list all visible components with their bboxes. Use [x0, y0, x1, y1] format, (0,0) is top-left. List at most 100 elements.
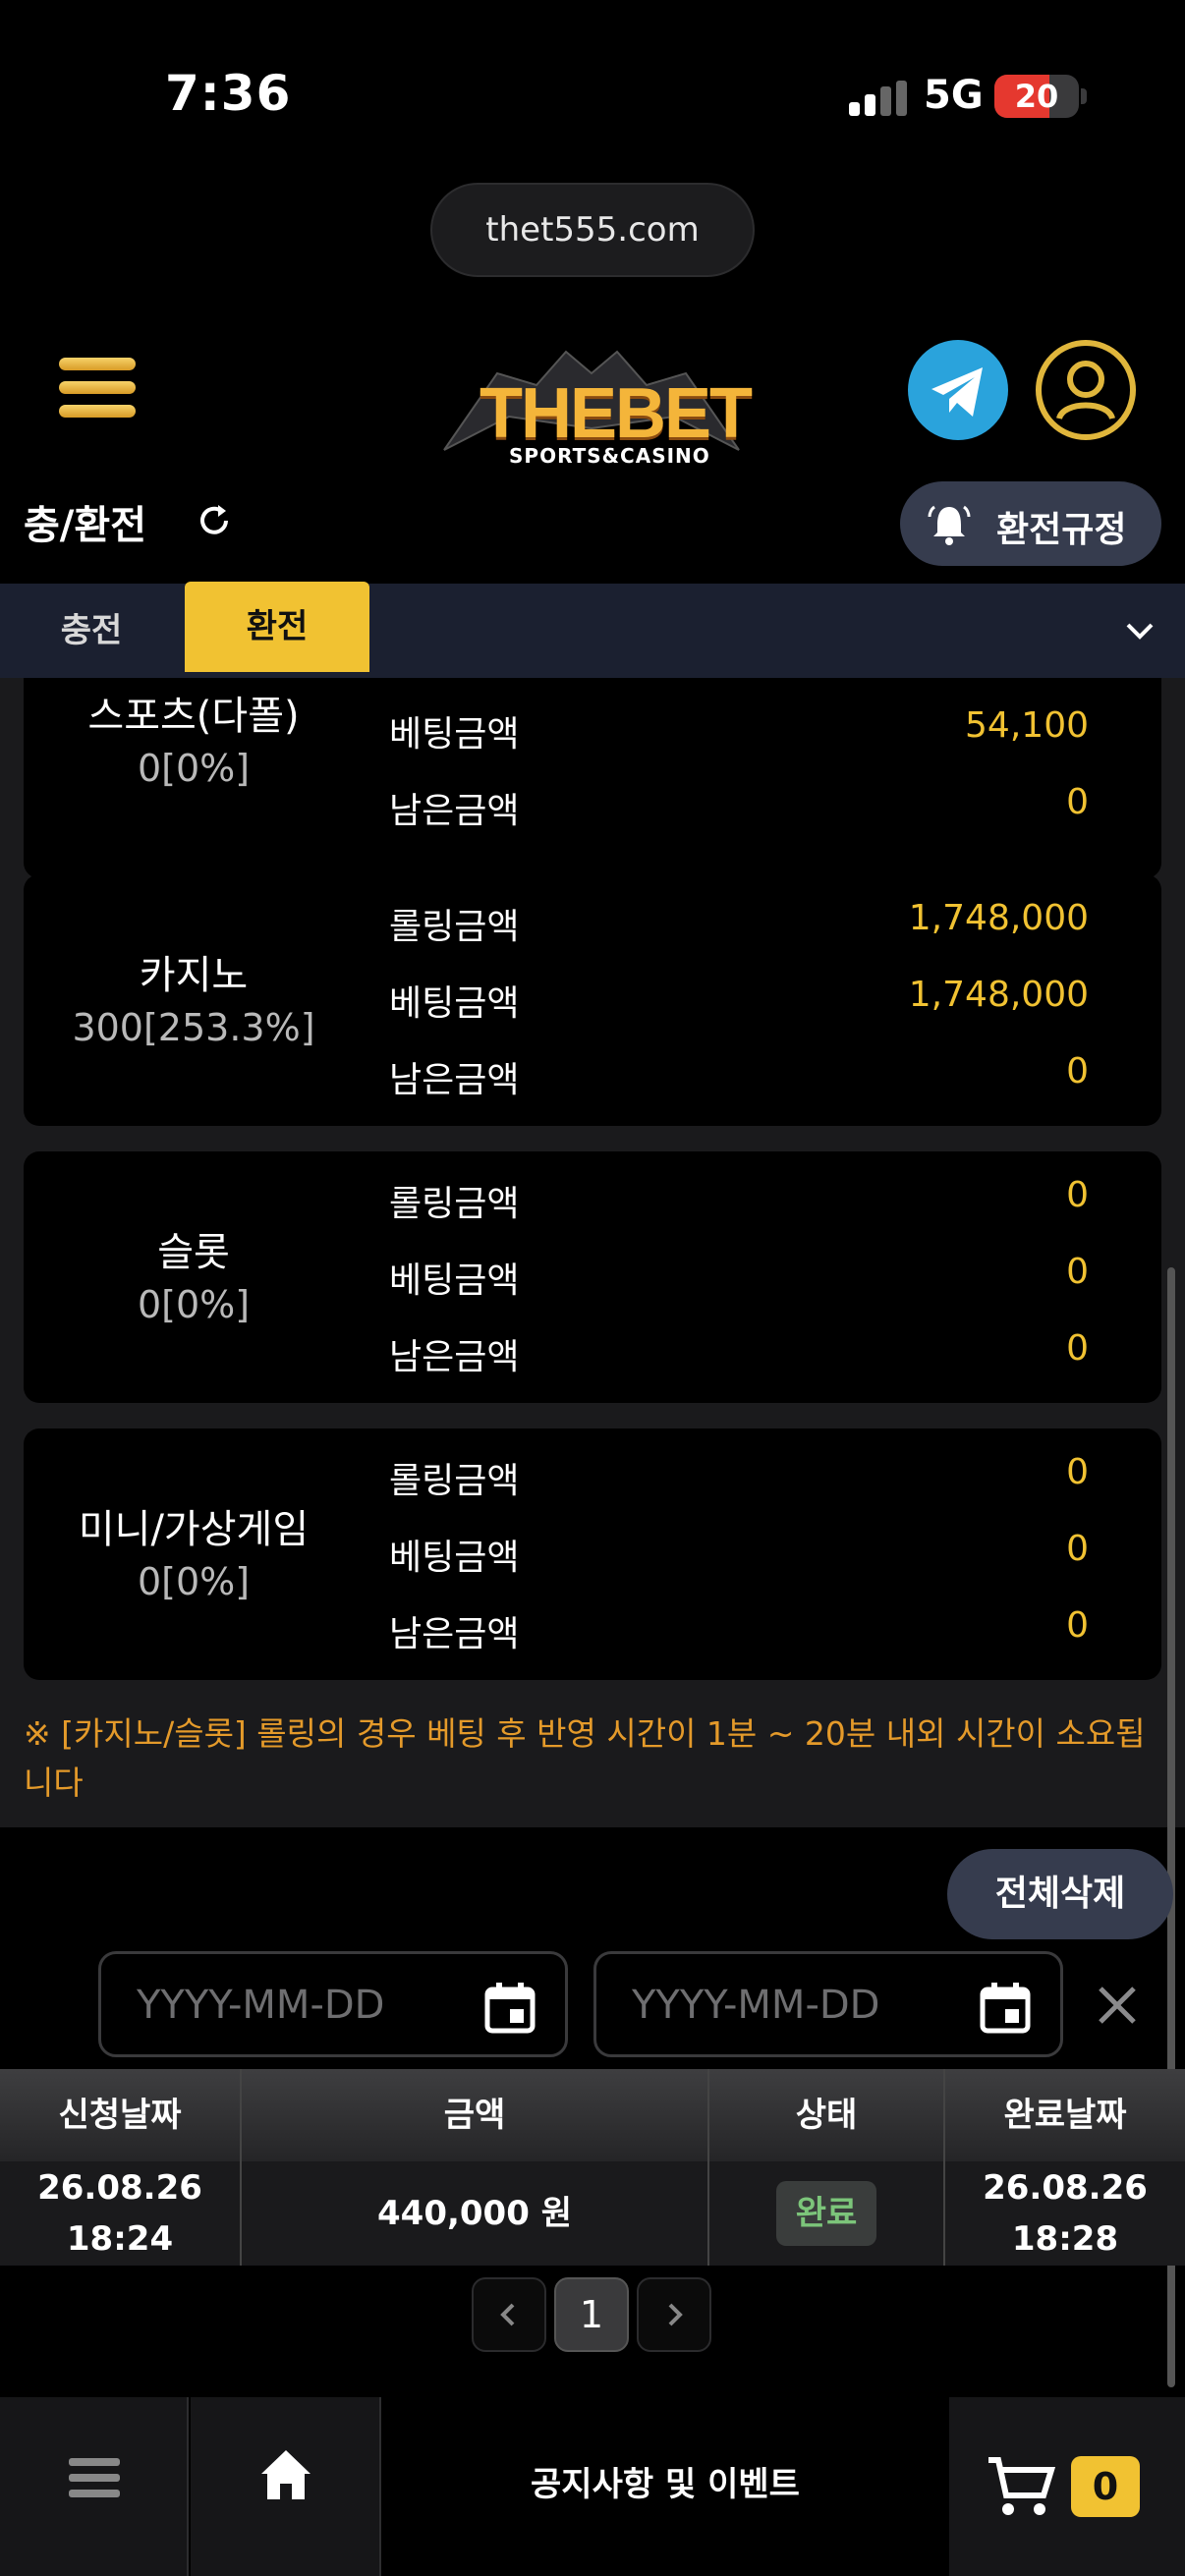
remaining-label: 남은금액 [389, 791, 520, 831]
category-name: 미니/가상게임 [78, 1507, 310, 1552]
notice-events-link[interactable]: 공지사항 및 이벤트 [381, 2397, 949, 2576]
category-name: 스포츠(다폴) [87, 694, 300, 739]
rolling-label: 롤링금액 [389, 907, 520, 947]
page-title: 충/환전 [24, 503, 147, 548]
rolling-notice: ※ [카지노/슬롯] 롤링의 경우 베팅 후 반영 시간이 1분 ~ 20분 내… [24, 1714, 1146, 1802]
category-name: 슬롯 [157, 1230, 230, 1275]
bell-icon [928, 505, 971, 545]
card-category: 미니/가상게임 0[0%] [24, 1497, 364, 1603]
next-page-button[interactable] [637, 2277, 711, 2352]
battery-level: 20 [1014, 78, 1059, 115]
bottom-nav: 공지사항 및 이벤트 0 [0, 2397, 1185, 2576]
amount-cell: 440,000 원 [377, 2194, 572, 2233]
category-name: 카지노 [139, 953, 249, 998]
card-category: 슬롯 0[0%] [24, 1220, 364, 1326]
category-percent: 0[0%] [137, 1560, 251, 1603]
tab-withdraw[interactable]: 환전 [185, 582, 369, 672]
status-badge: 완료 [775, 2181, 877, 2246]
status-cell: 완료 [709, 2161, 943, 2266]
table-row[interactable]: 26.08.26 18:24 440,000 원 완료 26.08.26 18:… [0, 2161, 1185, 2266]
rolling-card-mini-game: 미니/가상게임 0[0%] 롤링금액 0 베팅금액 0 남은금액 0 [24, 1428, 1161, 1680]
chevron-right-icon [668, 2303, 683, 2326]
network-type: 5G [924, 73, 984, 118]
betting-value: 1,748,000 [908, 975, 1089, 1015]
remaining-label: 남은금액 [389, 1614, 520, 1654]
page-number-button[interactable]: 1 [554, 2277, 629, 2352]
telegram-icon[interactable] [908, 340, 1008, 440]
request-date-cell: 26.08.26 18:24 [0, 2161, 240, 2266]
remaining-label: 남은금액 [389, 1337, 520, 1377]
betting-value: 0 [1066, 1252, 1089, 1292]
menu-icon [69, 2458, 120, 2497]
battery-icon: 20 [994, 75, 1079, 118]
cart-button[interactable]: 0 [949, 2397, 1185, 2576]
url-bar[interactable]: thet555.com [430, 183, 755, 277]
complete-date: 26.08.26 [983, 2168, 1148, 2208]
rolling-card-sports: 스포츠(다폴) 0[0%] 베팅금액 54,100 남은금액 0 [24, 678, 1161, 878]
hamburger-menu-icon[interactable] [59, 358, 136, 420]
rolling-value: 1,748,000 [908, 898, 1089, 938]
remaining-value: 0 [1066, 1051, 1089, 1092]
withdraw-rules-button[interactable]: 환전규정 [900, 481, 1161, 566]
rolling-card-casino: 카지노 300[253.3%] 롤링금액 1,748,000 베팅금액 1,74… [24, 874, 1161, 1126]
column-status: 상태 [795, 2096, 858, 2135]
bottom-menu-button[interactable] [0, 2397, 189, 2576]
request-time: 18:24 [66, 2219, 174, 2259]
status-time: 7:36 [165, 65, 292, 122]
card-category: 스포츠(다폴) 0[0%] [24, 684, 364, 790]
rolling-label: 롤링금액 [389, 1184, 520, 1224]
calendar-icon[interactable] [980, 1982, 1031, 2035]
chevron-left-icon [500, 2303, 515, 2326]
site-logo[interactable]: THEBET SPORTS&CASINO [438, 334, 753, 472]
start-date-input[interactable] [137, 1978, 451, 2033]
logo-sub: SPORTS&CASINO [509, 444, 710, 468]
signal-icon [849, 81, 908, 116]
betting-value: 54,100 [965, 705, 1089, 746]
complete-time: 18:28 [1011, 2219, 1119, 2259]
status-bar: 7:36 5G 20 [0, 0, 1185, 187]
betting-label: 베팅금액 [389, 1260, 520, 1301]
betting-label: 베팅금액 [389, 1538, 520, 1578]
category-percent: 0[0%] [137, 1283, 251, 1326]
tab-bar: 충전 환전 [0, 582, 1185, 678]
end-date-input[interactable] [632, 1978, 946, 2033]
betting-label: 베팅금액 [389, 983, 520, 1024]
home-icon [261, 2450, 310, 2499]
remaining-label: 남은금액 [389, 1060, 520, 1100]
delete-all-button[interactable]: 전체삭제 [947, 1849, 1173, 1939]
card-category: 카지노 300[253.3%] [24, 943, 364, 1049]
chevron-down-icon[interactable] [1122, 613, 1157, 648]
rolling-label: 롤링금액 [389, 1461, 520, 1501]
tab-deposit[interactable]: 충전 [0, 584, 183, 678]
rolling-status-panel: 스포츠(다폴) 0[0%] 베팅금액 54,100 남은금액 0 카지노 300… [0, 678, 1185, 1827]
start-date-field[interactable] [98, 1951, 568, 2057]
clear-dates-icon[interactable] [1095, 1983, 1140, 2028]
column-request-date: 신청날짜 [58, 2096, 182, 2135]
category-percent: 0[0%] [137, 747, 251, 790]
home-button[interactable] [191, 2397, 381, 2576]
remaining-value: 0 [1066, 782, 1089, 822]
rolling-value: 0 [1066, 1452, 1089, 1492]
rules-label: 환전규정 [996, 510, 1127, 550]
end-date-field[interactable] [593, 1951, 1063, 2057]
user-profile-icon[interactable] [1036, 340, 1136, 440]
remaining-value: 0 [1066, 1605, 1089, 1646]
site-header: THEBET SPORTS&CASINO [0, 314, 1185, 468]
refresh-icon[interactable] [195, 501, 234, 540]
category-percent: 300[253.3%] [72, 1006, 315, 1049]
betting-label: 베팅금액 [389, 714, 520, 755]
prev-page-button[interactable] [472, 2277, 546, 2352]
logo-main: THEBET [480, 374, 753, 453]
remaining-value: 0 [1066, 1328, 1089, 1369]
rolling-value: 0 [1066, 1175, 1089, 1215]
page-title-row: 충/환전 환전규정 [0, 472, 1185, 570]
cart-icon [988, 2457, 1056, 2515]
column-complete-date: 완료날짜 [1003, 2096, 1127, 2135]
betting-value: 0 [1066, 1529, 1089, 1569]
table-header: 신청날짜 금액 상태 완료날짜 [0, 2069, 1185, 2161]
calendar-icon[interactable] [484, 1982, 536, 2035]
cart-count-badge: 0 [1071, 2456, 1140, 2517]
request-date: 26.08.26 [37, 2168, 202, 2208]
column-amount: 금액 [443, 2096, 506, 2135]
complete-date-cell: 26.08.26 18:28 [945, 2161, 1185, 2266]
